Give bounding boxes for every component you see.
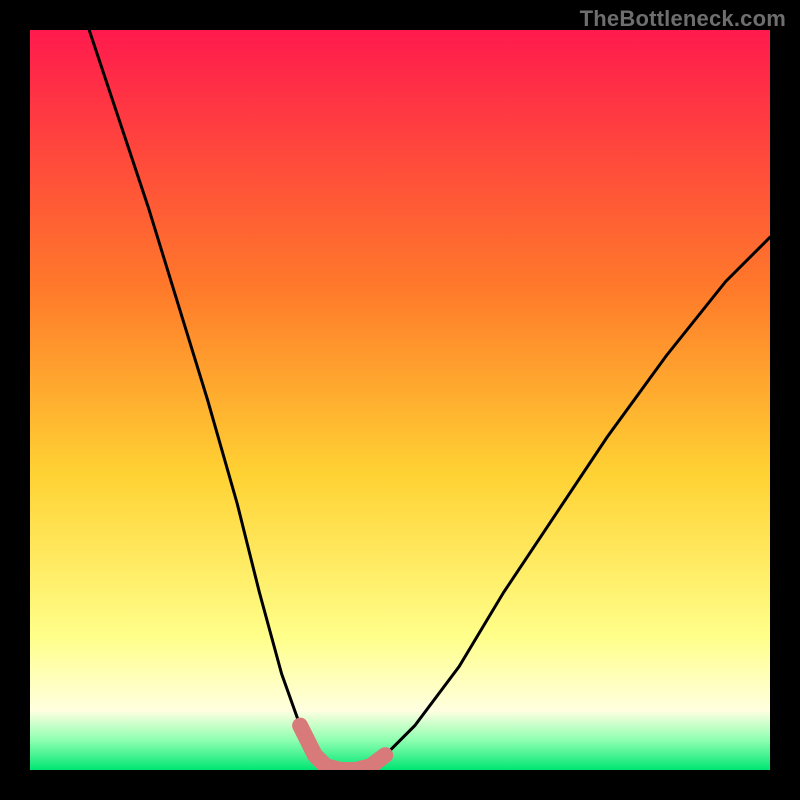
plot-area [30, 30, 770, 770]
watermark-text: TheBottleneck.com [580, 6, 786, 32]
chart-container: { "watermark": "TheBottleneck.com", "col… [0, 0, 800, 800]
bottleneck-chart [0, 0, 800, 800]
